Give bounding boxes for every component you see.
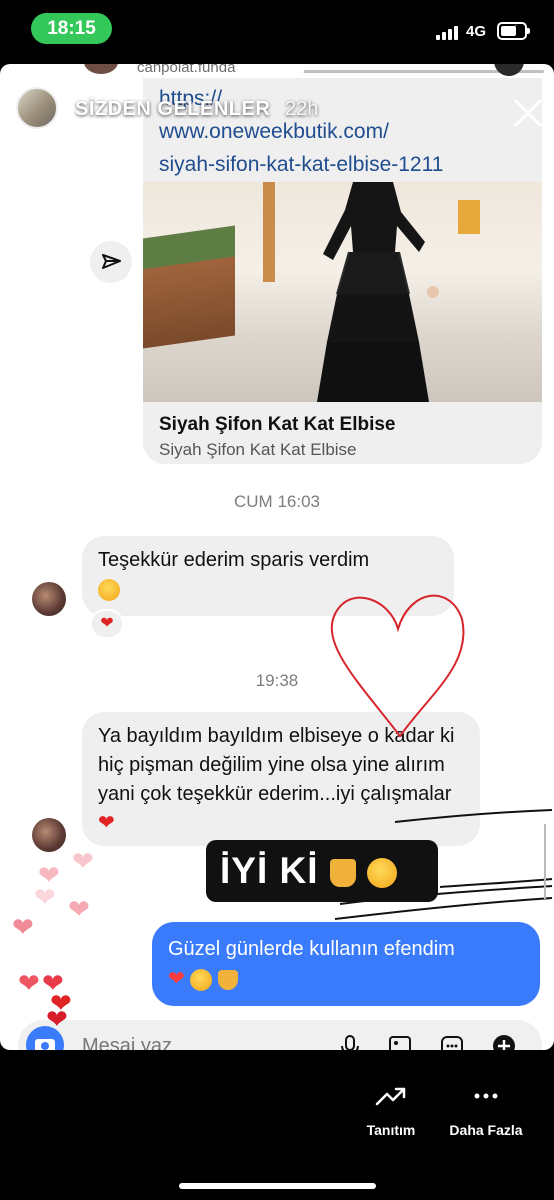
sent-message-text: Güzel günlerde kullanın efendim (168, 938, 455, 960)
planter-shape (143, 225, 235, 349)
heart-icon: ❤ (34, 882, 56, 912)
story-header: SİZDEN GELENLER 22h (0, 82, 554, 142)
story-frame[interactable]: canpolat.funda https:// www.oneweekbutik… (0, 64, 554, 1050)
heart-icon: ❤ (46, 1004, 68, 1034)
more-icon (474, 1093, 498, 1099)
link-url-line3: siyah-sifon-kat-kat-elbise-1211 (159, 153, 444, 176)
story-title: SİZDEN GELENLER (75, 98, 271, 120)
text-sticker[interactable]: İYİ Kİ (206, 840, 438, 902)
story-age: 22h (285, 98, 319, 120)
battery-icon: ⚡ (497, 22, 530, 40)
promote-label: Tanıtım (366, 1122, 416, 1138)
link-subtitle: Siyah Şifon Kat Kat Elbise (159, 440, 357, 459)
heart-reaction[interactable]: ❤ (90, 609, 124, 639)
dress-figure (317, 182, 439, 402)
status-bar: 18:15 4G ⚡ (0, 0, 554, 60)
send-icon (102, 254, 121, 269)
clock: 18:15 (31, 13, 112, 44)
heart-icon: ❤ (12, 912, 34, 942)
smiling-face-with-hearts-emoji (190, 968, 213, 991)
info-icon (494, 64, 524, 76)
smiling-face-with-hearts-emoji (98, 578, 120, 601)
received-message-bubble[interactable]: Teşekkür ederim sparis verdim (82, 536, 454, 616)
network-type: 4G (466, 23, 487, 40)
add-icon[interactable] (492, 1034, 516, 1050)
sticker-icon[interactable] (440, 1034, 464, 1050)
more-label: Daha Fazla (449, 1122, 523, 1138)
trending-up-icon (375, 1087, 406, 1106)
message-text: Ya bayıldım bayıldım elbiseye o kadar ki… (98, 725, 455, 805)
received-message-bubble[interactable]: Ya bayıldım bayıldım elbiseye o kadar ki… (82, 712, 480, 846)
microphone-icon[interactable] (338, 1034, 362, 1050)
sent-message-bubble[interactable]: Güzel günlerde kullanın efendim ❤ (152, 922, 540, 1006)
home-indicator[interactable] (179, 1183, 376, 1189)
partner-name: canpolat.funda (137, 64, 236, 76)
heart-icon: ❤ (18, 968, 40, 998)
promote-button[interactable]: Tanıtım (341, 1084, 441, 1138)
product-photo (143, 182, 542, 402)
signal-icon (436, 26, 458, 40)
more-button[interactable]: Daha Fazla (436, 1084, 536, 1138)
close-icon[interactable] (510, 95, 546, 131)
timestamp: 19:38 (255, 671, 299, 690)
heart-icon: ❤ (72, 846, 94, 876)
scribble-line (439, 878, 553, 888)
pillar-shape (263, 182, 275, 282)
smiling-face-with-hearts-emoji (367, 858, 398, 889)
story-avatar[interactable] (16, 87, 58, 129)
red-heart-emoji: ❤ (168, 968, 185, 990)
door-shape (458, 200, 480, 234)
sender-avatar[interactable] (32, 582, 66, 616)
sticker-text: İYİ Kİ (220, 850, 319, 891)
folded-hands-emoji (217, 969, 238, 990)
gallery-icon[interactable] (388, 1034, 412, 1050)
share-button[interactable] (90, 241, 132, 283)
link-title: Siyah Şifon Kat Kat Elbise (159, 414, 396, 435)
floating-hearts: ❤ ❤ ❤ ❤ ❤ ❤ ❤ ❤ ❤ (0, 824, 120, 1050)
message-text: Teşekkür ederim sparis verdim (98, 549, 370, 571)
timestamp: CUM 16:03 (234, 492, 320, 511)
sent-message-emojis: ❤ (168, 964, 524, 994)
heart-icon: ❤ (68, 894, 90, 924)
folded-hands-emoji (329, 859, 356, 888)
story-bottom-bar: Tanıtım Daha Fazla (0, 1050, 554, 1200)
